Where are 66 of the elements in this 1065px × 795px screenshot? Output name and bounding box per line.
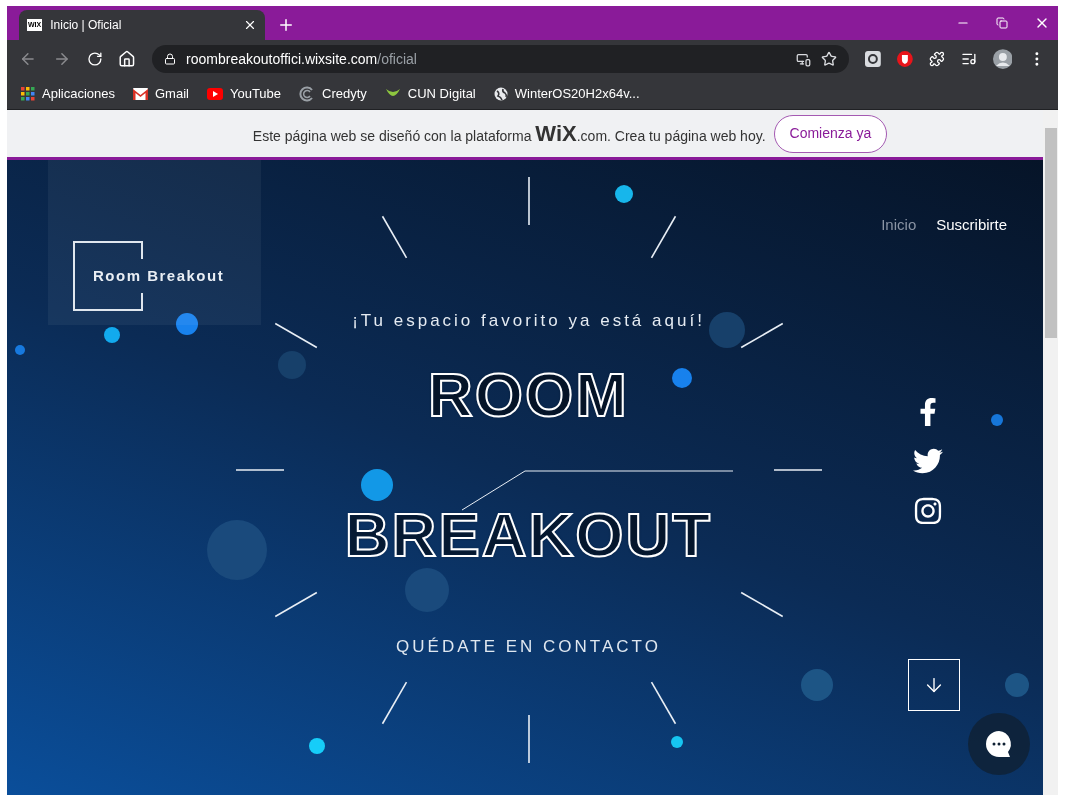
back-icon[interactable] — [19, 50, 37, 68]
bookmark-link[interactable]: CUN Digital — [407, 83, 476, 104]
bokeh-light — [278, 351, 306, 379]
home-icon[interactable] — [118, 50, 137, 68]
contact-link[interactable]: QUÉDATE EN CONTACTO — [396, 633, 661, 659]
scrollbar[interactable] — [1043, 110, 1058, 795]
tagline: ¡Tu espacio favorito ya está aquí! — [352, 310, 705, 332]
media-icon[interactable] — [960, 51, 977, 67]
bokeh-light — [361, 469, 393, 501]
nav-link[interactable]: Inicio — [881, 214, 917, 237]
hero-title: BREAKOUT — [344, 499, 713, 570]
ray-line — [650, 215, 677, 259]
bokeh-light — [991, 414, 1003, 426]
nav-link[interactable]: Suscribirte — [936, 214, 1008, 237]
banner-text: Este página web se diseñó con la plataforma WiX.com. Crea tu página web hoy. — [252, 120, 766, 148]
bokeh-light — [801, 669, 833, 701]
ray-line — [381, 681, 408, 725]
ray-line — [740, 322, 784, 349]
bookmark-link[interactable]: WinterOS20H2x64v... — [514, 83, 640, 104]
play-icon — [206, 87, 223, 100]
ring-icon — [299, 85, 316, 102]
ray-line — [528, 176, 530, 226]
bokeh-light — [15, 345, 25, 355]
tab-title: Inicio | Oficial — [50, 17, 123, 34]
new-tab-icon[interactable] — [277, 16, 295, 34]
apps-grid-icon — [21, 86, 35, 101]
ray-line — [740, 591, 784, 618]
hero-title: ROOM — [428, 359, 629, 430]
bookmark-link[interactable]: Aplicaciones — [42, 83, 115, 104]
bookmark-link[interactable]: Gmail — [155, 83, 189, 104]
bokeh-light — [671, 736, 683, 748]
bokeh-light — [1005, 673, 1029, 697]
instagram-icon[interactable] — [913, 496, 943, 526]
bookmark-link[interactable]: YouTube — [229, 83, 282, 104]
bokeh-light — [309, 738, 325, 754]
bokeh-light — [709, 312, 745, 348]
ray-line — [381, 215, 408, 259]
globe-icon — [493, 86, 508, 101]
start-button[interactable]: Comienza ya — [773, 114, 888, 153]
mail-icon — [133, 87, 148, 100]
address-bar[interactable]: roombreakoutoffici.wixsite.com/oficial — [152, 45, 850, 73]
bokeh-light — [104, 327, 120, 343]
scroll-down-button[interactable] — [908, 659, 960, 711]
restore-icon[interactable] — [996, 17, 1008, 29]
shield-icon[interactable] — [897, 51, 913, 67]
close-icon[interactable] — [243, 18, 257, 32]
star-icon[interactable] — [821, 51, 838, 67]
lock-icon — [164, 53, 177, 65]
install-icon[interactable] — [796, 51, 812, 67]
ray-line — [235, 469, 285, 471]
extensions-icon[interactable] — [928, 51, 945, 67]
twitter-icon[interactable] — [913, 446, 943, 476]
bokeh-light — [672, 368, 692, 388]
ray-line — [274, 322, 318, 349]
reload-icon[interactable] — [86, 51, 103, 67]
bookmark-link[interactable]: Credyty — [322, 83, 367, 104]
extension-icon[interactable] — [865, 51, 882, 67]
ray-line — [650, 681, 677, 725]
url-text: roombreakoutoffici.wixsite.com/oficial — [186, 49, 418, 69]
ray-line — [773, 469, 823, 471]
ray-line — [274, 591, 318, 618]
bokeh-light — [176, 313, 198, 335]
bokeh-light — [615, 185, 633, 203]
avatar-icon[interactable] — [992, 49, 1013, 69]
logo-text: Room Breakout — [93, 266, 225, 286]
ray-line — [528, 714, 530, 764]
